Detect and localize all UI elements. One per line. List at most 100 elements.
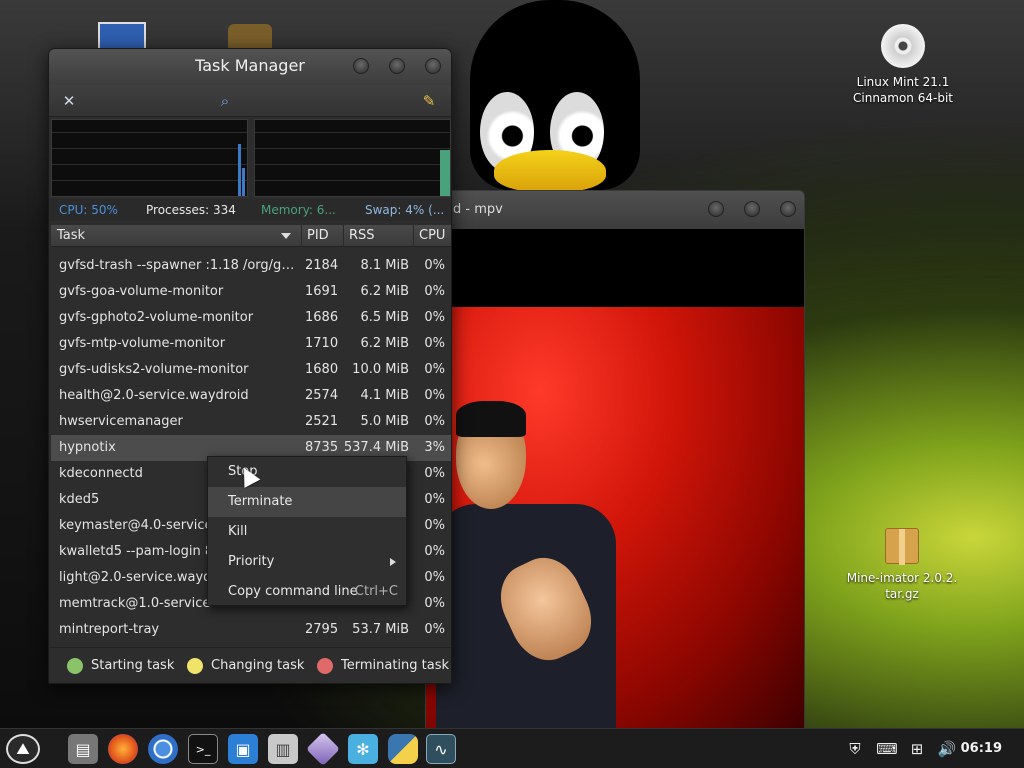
video-person [436, 401, 616, 729]
desktop-icon-app[interactable] [228, 24, 272, 48]
cell-cpu: 0% [424, 336, 445, 351]
disc-icon [881, 24, 925, 68]
firefox-icon[interactable] [108, 734, 138, 764]
desktop-icon-computer[interactable] [98, 22, 146, 48]
menu-icon[interactable]: ⛰ [6, 734, 40, 764]
close-button[interactable] [425, 58, 441, 74]
cell-task: gvfs-udisks2-volume-monitor [59, 362, 249, 377]
menu-item-label: Kill [228, 524, 248, 539]
archive-icon [885, 528, 919, 565]
keyboard-icon[interactable]: ⌨ [876, 729, 898, 768]
table-row[interactable]: gvfs-goa-volume-monitor 1691 6.2 MiB 0% [51, 279, 451, 305]
table-header: Task PID RSS CPU [51, 225, 451, 247]
table-row[interactable]: health@2.0-service.waydroid 2574 4.1 MiB 0% [51, 383, 451, 409]
cell-cpu: 0% [424, 492, 445, 507]
column-cpu[interactable]: CPU [419, 225, 445, 247]
clock[interactable]: 06:19 [961, 729, 1002, 768]
cell-cpu: 0% [424, 414, 445, 429]
submenu-arrow-icon [390, 558, 396, 566]
cell-task: gvfs-mtp-volume-monitor [59, 336, 226, 351]
menu-item-terminate[interactable]: Terminate [208, 487, 406, 517]
cell-pid: 1680 [305, 362, 339, 377]
taskbar: ⛰ ▤ >_ ▣ ▥ ✻ ∿ ⛨ ⌨ ⊞ 🔊 06:19 [0, 728, 1024, 768]
waydroid-icon[interactable]: ✻ [348, 734, 378, 764]
menu-item-priority[interactable]: Priority [208, 547, 406, 577]
legend-label: Terminating task [341, 658, 450, 673]
desktop-icon-linux-mint[interactable]: Linux Mint 21.1 Cinnamon 64-bit [846, 24, 960, 106]
changing-dot-icon [187, 658, 203, 674]
cell-cpu: 0% [424, 518, 445, 533]
sort-down-icon[interactable] [281, 233, 291, 239]
desktop-icon-label: tar.gz [885, 587, 919, 601]
archive-icon[interactable]: ▥ [268, 734, 298, 764]
desktop-icon-label: Cinnamon 64-bit [853, 91, 953, 105]
menu-item-label: Copy command line [228, 584, 358, 599]
shield-icon[interactable]: ⛨ [844, 729, 866, 768]
mpv-window[interactable]: d - mpv [425, 190, 805, 730]
legend: Starting task Changing task Terminating … [49, 647, 451, 683]
wallpaper-penguin [470, 0, 640, 195]
menu-item-shortcut: Ctrl+C [354, 584, 398, 599]
toolbar: ✕ ⌕ ✎ [49, 85, 451, 117]
process-count: Processes: 334 [146, 203, 236, 217]
column-pid[interactable]: PID [307, 225, 329, 247]
cell-rss: 6.2 MiB [360, 284, 409, 299]
cell-cpu: 0% [424, 258, 445, 273]
chromium-icon[interactable] [148, 734, 178, 764]
cell-cpu: 0% [424, 466, 445, 481]
column-rss[interactable]: RSS [349, 225, 375, 247]
cell-task: gvfs-goa-volume-monitor [59, 284, 224, 299]
cell-cpu: 0% [424, 362, 445, 377]
minimize-button[interactable] [353, 58, 369, 74]
cell-cpu: 0% [424, 388, 445, 403]
python-icon[interactable] [388, 734, 418, 764]
cell-cpu: 3% [424, 440, 445, 455]
cell-rss: 8.1 MiB [360, 258, 409, 273]
store-icon[interactable]: ▣ [228, 734, 258, 764]
cell-rss: 6.2 MiB [360, 336, 409, 351]
search-icon[interactable]: ⌕ [215, 91, 235, 111]
maximize-button[interactable] [389, 58, 405, 74]
terminating-dot-icon [317, 658, 333, 674]
settings-tools-icon[interactable]: ✕ [59, 91, 79, 111]
table-row[interactable]: hwservicemanager 2521 5.0 MiB 0% [51, 409, 451, 435]
cell-pid: 1710 [305, 336, 339, 351]
status-bar: CPU: 50% Processes: 334 Memory: 6... Swa… [49, 199, 451, 221]
menu-item-kill[interactable]: Kill [208, 517, 406, 547]
volume-icon[interactable]: 🔊 [936, 729, 958, 768]
desktop-icon-label: Mine-imator 2.0.2. [846, 571, 958, 585]
video-area[interactable] [426, 229, 804, 729]
column-task[interactable]: Task [57, 225, 85, 247]
cell-rss: 6.5 MiB [360, 310, 409, 325]
network-icon[interactable]: ⊞ [906, 729, 928, 768]
cell-task: mintreport-tray [59, 622, 160, 637]
minimize-button[interactable] [708, 201, 724, 217]
mine-imator-icon[interactable] [306, 732, 340, 766]
legend-label: Changing task [211, 658, 305, 673]
usage-graphs [51, 119, 451, 197]
system-monitor-icon[interactable]: ∿ [426, 734, 456, 764]
context-menu: Stop Terminate Kill Priority Copy comman… [207, 456, 407, 606]
table-row[interactable]: gvfs-udisks2-volume-monitor 1680 10.0 MiB 0… [51, 357, 451, 383]
files-icon[interactable]: ▤ [68, 734, 98, 764]
cell-rss: 10.0 MiB [352, 362, 409, 377]
desktop-icon-mine-imator[interactable]: Mine-imator 2.0.2. tar.gz [842, 528, 962, 602]
cpu-graph [51, 119, 248, 197]
table-row[interactable]: gvfsd-trash --spawner :1.18 /org/gtk/...… [51, 253, 451, 279]
table-row[interactable]: gvfs-gphoto2-volume-monitor 1686 6.5 MiB 0% [51, 305, 451, 331]
broom-icon[interactable]: ✎ [419, 91, 439, 111]
cell-rss: 53.7 MiB [352, 622, 409, 637]
legend-label: Starting task [91, 658, 175, 673]
menu-item-copy-command-line[interactable]: Copy command line Ctrl+C [208, 577, 406, 607]
table-row[interactable]: mintreport-tray 2795 53.7 MiB 0% [51, 617, 451, 643]
cpu-usage: CPU: 50% [59, 203, 118, 217]
terminal-icon[interactable]: >_ [188, 734, 218, 764]
close-button[interactable] [780, 201, 796, 217]
cell-cpu: 0% [424, 622, 445, 637]
task-manager-titlebar[interactable]: Task Manager [49, 49, 451, 85]
starting-dot-icon [67, 658, 83, 674]
table-row[interactable]: gvfs-mtp-volume-monitor 1710 6.2 MiB 0% [51, 331, 451, 357]
maximize-button[interactable] [744, 201, 760, 217]
cell-cpu: 0% [424, 570, 445, 585]
cell-task: hwservicemanager [59, 414, 183, 429]
